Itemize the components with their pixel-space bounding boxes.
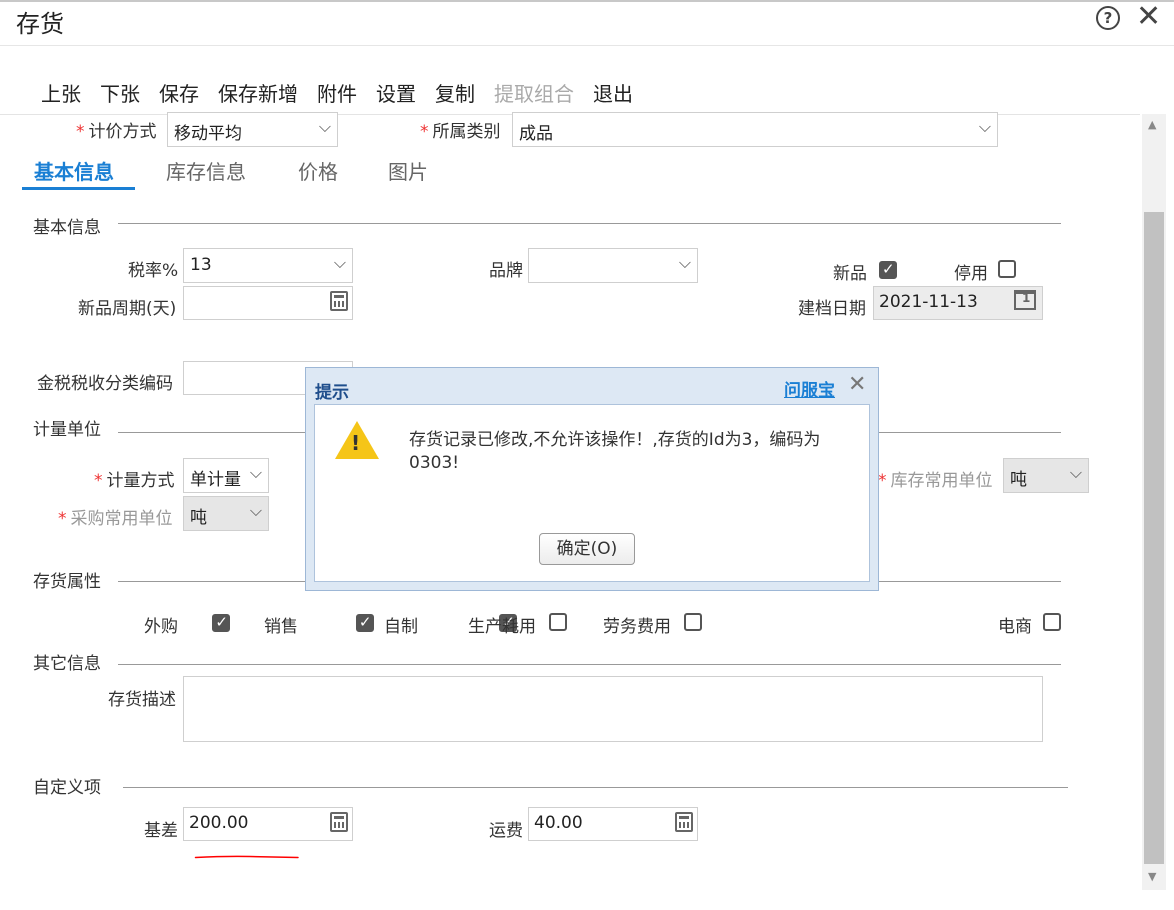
calendar-icon[interactable] [1014, 290, 1036, 310]
base-diff-label: 基差 [144, 821, 178, 841]
description-textarea[interactable] [183, 676, 1043, 742]
window-top-border [0, 0, 1174, 2]
category-label: * 所属类别 [420, 122, 501, 142]
unit-method-select[interactable]: 单计量 ⌵ [183, 458, 269, 493]
tax-rate-label: 税率% [128, 261, 179, 281]
tab-images[interactable]: 图片 [388, 156, 428, 185]
brand-label: 品牌 [489, 261, 523, 281]
chevron-down-icon: ⌵ [249, 463, 262, 482]
section-attributes: 存货属性 [33, 572, 101, 592]
tab-price[interactable]: 价格 [298, 156, 338, 185]
prev-button[interactable]: 上张 [41, 78, 81, 107]
chevron-down-icon: ⌵ [333, 253, 346, 272]
attr-production-checkbox[interactable] [549, 613, 567, 631]
new-product-checkbox[interactable] [879, 260, 897, 279]
next-button[interactable]: 下张 [100, 78, 140, 107]
stock-unit-label: * 库存常用单位 [878, 471, 993, 491]
chevron-down-icon: ⌵ [249, 501, 262, 520]
close-icon[interactable]: ✕ [1136, 0, 1161, 34]
section-other-info: 其它信息 [33, 654, 101, 674]
attr-sales-checkbox[interactable] [355, 613, 374, 632]
calculator-icon[interactable] [330, 291, 348, 311]
brand-select[interactable]: ⌵ [528, 248, 698, 283]
disabled-checkbox[interactable] [998, 260, 1016, 278]
required-mark: * [878, 471, 887, 491]
create-date-label: 建档日期 [798, 299, 866, 319]
attr-production-label: 生产耗用 [468, 617, 536, 637]
chevron-down-icon: ⌵ [678, 253, 691, 272]
section-units: 计量单位 [33, 420, 101, 440]
attr-selfmade-label: 自制 [384, 617, 418, 637]
attr-outsourced-label: 外购 [144, 617, 178, 637]
chevron-down-icon: ⌵ [318, 117, 331, 136]
chevron-down-icon: ⌵ [1069, 463, 1082, 482]
calculator-icon[interactable] [330, 812, 348, 832]
copy-button[interactable]: 复制 [435, 78, 475, 107]
required-mark: * [94, 471, 103, 491]
attr-labor-checkbox[interactable] [684, 613, 702, 631]
section-basic-info: 基本信息 [33, 218, 101, 238]
active-tab-indicator [22, 187, 135, 190]
attr-labor-label: 劳务费用 [603, 617, 671, 637]
tax-rate-select[interactable]: 13 ⌵ [183, 248, 353, 283]
window-title: 存货 [16, 10, 64, 38]
toolbar: 上张 下张 保存 保存新增 附件 设置 复制 提取组合 退出 [41, 78, 652, 107]
ok-button[interactable]: 确定(O) [539, 533, 635, 565]
extract-combo-button: 提取组合 [494, 82, 574, 106]
warning-icon-mark: ! [351, 431, 361, 455]
unit-method-label: * 计量方式 [94, 471, 175, 491]
red-annotation-underline [194, 855, 299, 859]
attr-ecommerce-label: 电商 [998, 617, 1032, 637]
calculator-icon[interactable] [675, 812, 693, 832]
tab-basic-info[interactable]: 基本信息 [34, 156, 114, 185]
section-custom: 自定义项 [33, 778, 101, 798]
pricing-method-label: * 计价方式 [76, 122, 157, 142]
freight-label: 运费 [489, 821, 523, 841]
purchase-unit-select[interactable]: 吨 ⌵ [183, 496, 269, 531]
new-cycle-label: 新品周期(天) [78, 299, 177, 319]
required-mark: * [58, 509, 67, 529]
freight-input[interactable]: 40.00 [528, 807, 698, 841]
purchase-unit-label: * 采购常用单位 [58, 509, 173, 529]
exit-button[interactable]: 退出 [593, 78, 633, 107]
scroll-up-icon[interactable]: ▲ [1148, 118, 1156, 131]
chevron-down-icon: ⌵ [978, 117, 991, 136]
stock-unit-select[interactable]: 吨 ⌵ [1003, 458, 1089, 493]
section-divider [118, 664, 1061, 665]
dialog-message: 存货记录已修改,不允许该操作！,存货的Id为3，编码为0303! [409, 430, 821, 473]
dialog-help-link[interactable]: 问服宝 [784, 376, 835, 401]
attachment-button[interactable]: 附件 [317, 78, 357, 107]
disabled-label: 停用 [954, 264, 988, 284]
help-icon[interactable]: ? [1096, 6, 1120, 30]
dialog-title: 提示 [315, 383, 349, 403]
scrollbar-thumb[interactable] [1144, 212, 1164, 864]
pricing-method-select[interactable]: 移动平均 ⌵ [167, 112, 338, 147]
attr-sales-label: 销售 [264, 617, 298, 637]
description-label: 存货描述 [108, 690, 176, 710]
tab-stock-info[interactable]: 库存信息 [166, 156, 246, 185]
base-diff-input[interactable]: 200.00 [183, 807, 353, 841]
save-button[interactable]: 保存 [159, 78, 199, 107]
dialog-close-icon[interactable]: ✕ [848, 372, 866, 397]
dialog-body: ! 存货记录已修改,不允许该操作！,存货的Id为3，编码为0303! 确定(O) [314, 404, 870, 582]
new-cycle-input[interactable] [183, 286, 353, 320]
tax-code-label: 金税税收分类编码 [37, 374, 173, 394]
new-product-label: 新品 [833, 264, 867, 284]
required-mark: * [76, 122, 85, 142]
save-new-button[interactable]: 保存新增 [218, 78, 298, 107]
create-date-input[interactable]: 2021-11-13 [873, 286, 1043, 320]
category-select[interactable]: 成品 ⌵ [512, 112, 998, 147]
scroll-down-icon[interactable]: ▼ [1148, 870, 1156, 883]
section-divider [118, 223, 1061, 224]
header-divider [0, 45, 1174, 46]
alert-dialog: 提示 问服宝 ✕ ! 存货记录已修改,不允许该操作！,存货的Id为3，编码为03… [305, 367, 879, 591]
section-divider [123, 787, 1068, 788]
attr-outsourced-checkbox[interactable] [212, 613, 231, 632]
attr-ecommerce-checkbox[interactable] [1043, 613, 1061, 631]
required-mark: * [420, 122, 429, 142]
settings-button[interactable]: 设置 [376, 78, 416, 107]
